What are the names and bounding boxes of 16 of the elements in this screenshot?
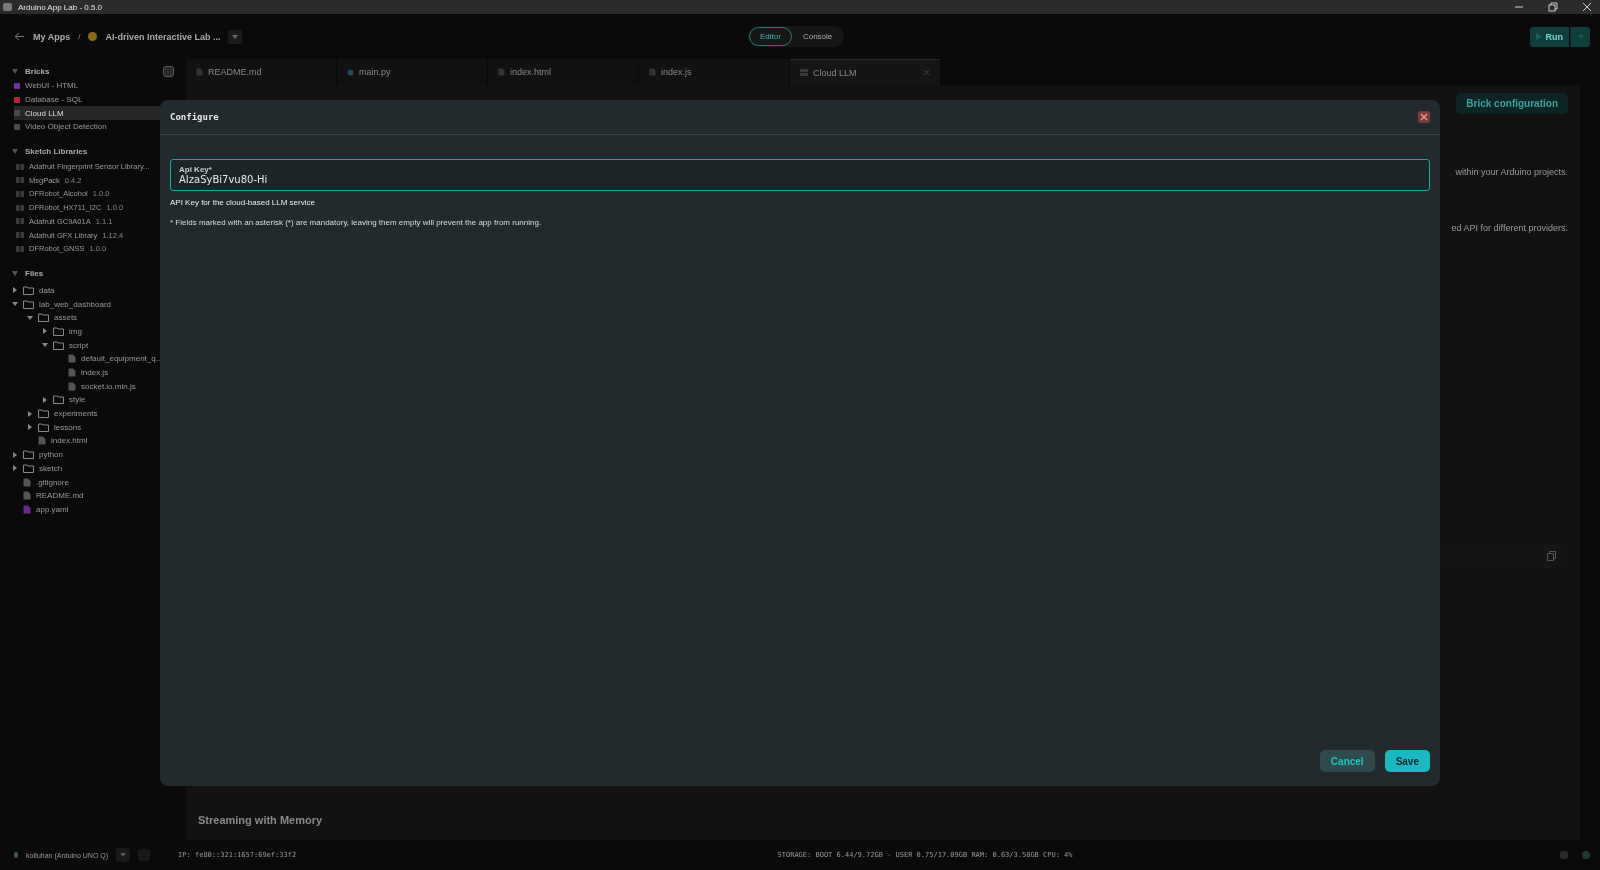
- window-title: Arduino App Lab - 0.5.0: [18, 2, 103, 12]
- description-text: ed API for different providers.: [1451, 222, 1568, 234]
- field-help-text: API Key for the cloud-based LLM service: [170, 198, 316, 207]
- mandatory-note: * Fields marked with an asterisk (*) are mandatory, leaving them empty will prevent the app from running.: [170, 218, 543, 227]
- app-name: AI-driven Interactive Lab ...: [105, 31, 221, 42]
- breadcrumb-separator: /: [78, 32, 81, 41]
- brick-name: WebUI - HTML: [25, 81, 79, 91]
- description-text: within your Arduino projects.: [1455, 166, 1568, 178]
- brick-name: Video Object Detection: [25, 122, 107, 132]
- brick-name: Cloud LLM: [25, 108, 64, 118]
- field-label: Api Key*: [179, 165, 213, 174]
- section-title: Files: [25, 269, 44, 279]
- section-title: Sketch Libraries: [25, 147, 88, 157]
- section-heading: Streaming with Memory: [198, 814, 324, 826]
- section-title: Bricks: [25, 66, 50, 76]
- brick-name: Database - SQL: [25, 95, 83, 105]
